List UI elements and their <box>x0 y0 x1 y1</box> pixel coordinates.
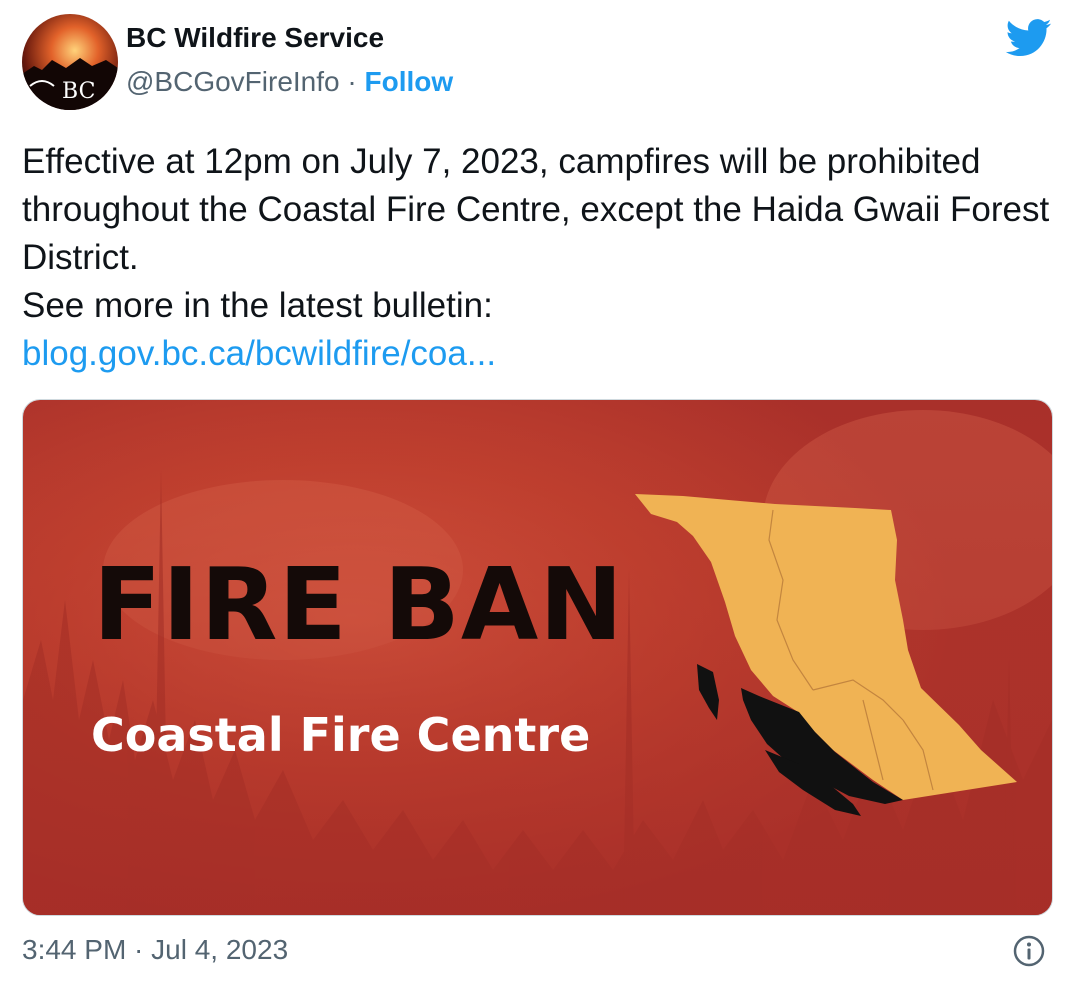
avatar-text: BC <box>62 79 95 104</box>
info-icon[interactable] <box>1012 934 1046 968</box>
bulletin-link[interactable]: blog.gov.bc.ca/bcwildfire/coa... <box>22 334 496 373</box>
avatar[interactable]: BC <box>22 14 118 110</box>
display-name[interactable]: BC Wildfire Service <box>126 22 384 54</box>
handle-row: @BCGovFireInfo · Follow <box>126 66 453 98</box>
tweet-line: Effective at 12pm on July 7, 2023, campf… <box>22 142 1050 277</box>
media-card[interactable]: FIRE BAN Coastal Fire Centre <box>22 399 1053 916</box>
follow-button[interactable]: Follow <box>365 66 454 97</box>
tweet-line: See more in the latest bulletin: <box>22 286 493 325</box>
tweet-timestamp[interactable]: 3:44 PM · Jul 4, 2023 <box>22 934 288 966</box>
fire-ban-headline: FIRE BAN <box>93 546 624 663</box>
twitter-bird-icon[interactable] <box>1004 14 1054 60</box>
coastal-fire-centre-label: Coastal Fire Centre <box>91 708 591 762</box>
separator: · <box>347 66 357 97</box>
avatar-image: BC <box>22 14 118 110</box>
tweet-text: Effective at 12pm on July 7, 2023, campf… <box>22 138 1052 378</box>
handle[interactable]: @BCGovFireInfo <box>126 66 340 97</box>
